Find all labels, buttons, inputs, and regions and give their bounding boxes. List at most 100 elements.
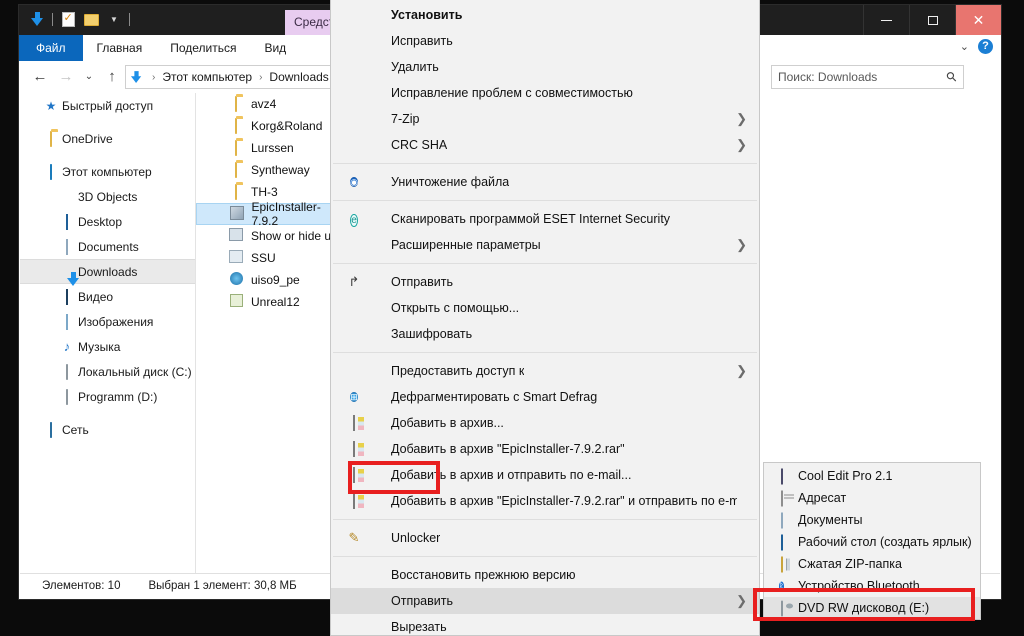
chevron-down-icon: ⌄ xyxy=(84,71,94,82)
file-icon-wrap xyxy=(226,294,246,310)
menu-item[interactable]: Исправление проблем с совместимостью xyxy=(331,80,759,106)
menu-item[interactable]: CRC SHA ❯ xyxy=(331,132,759,158)
menu-item[interactable]: Добавить в архив... xyxy=(331,410,759,436)
status-selection-info: Выбран 1 элемент: 30,8 МБ xyxy=(148,580,297,592)
sidebar-item-сеть[interactable]: Сеть xyxy=(20,417,195,442)
menu-item[interactable]: Установить xyxy=(331,2,759,28)
menu-item-icon-wrap xyxy=(345,414,363,432)
submenu-item-icon-wrap xyxy=(773,490,790,507)
submenu-item[interactable]: Рабочий стол (создать ярлык) xyxy=(764,531,980,553)
download-arrow-icon[interactable] xyxy=(27,9,47,30)
list-item[interactable]: EpicInstaller-7.9.2 xyxy=(196,200,346,228)
sidebar-item-documents[interactable]: Documents xyxy=(20,234,195,259)
submenu-item[interactable]: Адресат xyxy=(764,487,980,509)
sidebar-item-3d-objects[interactable]: 3D Objects xyxy=(20,184,195,209)
sidebar-item-programm-d[interactable]: Programm (D:) xyxy=(20,384,195,409)
chevron-right-icon: ❯ xyxy=(736,363,747,378)
nav-group-gap xyxy=(20,118,195,126)
tab-view[interactable]: Вид xyxy=(250,35,300,61)
customize-chevron-icon[interactable]: ▼ xyxy=(104,9,124,30)
menu-item[interactable]: 7-Zip ❯ xyxy=(331,106,759,132)
sidebar-item-локальный-диск-c[interactable]: Локальный диск (C:) xyxy=(20,359,195,384)
breadcrumb-item-downloads[interactable]: Downloads xyxy=(269,70,328,84)
menu-item-label: CRC SHA xyxy=(391,138,448,152)
folder-icon xyxy=(235,162,237,178)
tab-home[interactable]: Главная xyxy=(83,35,157,61)
drive-icon xyxy=(66,388,68,405)
sidebar-item-музыка[interactable]: ♪ Музыка xyxy=(20,334,195,359)
submenu-item[interactable]: Cool Edit Pro 2.1 xyxy=(764,465,980,487)
documents-icon xyxy=(66,238,68,255)
onedrive-folder-icon xyxy=(50,130,52,147)
folder-icon xyxy=(235,184,237,200)
quick-access-toolbar: ▼ xyxy=(27,9,132,30)
menu-item[interactable]: e Сканировать программой ESET Internet Se… xyxy=(331,206,759,232)
file-icon-wrap xyxy=(226,184,246,200)
search-input[interactable]: Поиск: Downloads ⚲ xyxy=(771,65,964,89)
menu-item-label: Вырезать xyxy=(391,620,447,634)
menu-item[interactable]: Предоставить доступ к ❯ xyxy=(331,358,759,384)
menu-item-label: Открыть с помощью... xyxy=(391,301,520,315)
menu-item[interactable]: Исправить xyxy=(331,28,759,54)
search-icon[interactable]: ⚲ xyxy=(943,68,961,86)
breadcrumb-item-this-pc[interactable]: Этот компьютер xyxy=(162,70,252,84)
menu-item[interactable]: Восстановить прежнюю версию xyxy=(331,562,759,588)
sidebar-item-label: Видео xyxy=(78,289,114,304)
file-icon-wrap xyxy=(226,96,246,112)
nav-group-gap xyxy=(20,151,195,159)
menu-item[interactable]: Зашифровать xyxy=(331,321,759,347)
menu-item[interactable]: Отправить ❯ xyxy=(331,588,759,614)
zip-folder-icon xyxy=(780,556,783,572)
sidebar-item-видео[interactable]: Видео xyxy=(20,284,195,309)
back-button[interactable]: ← xyxy=(27,65,53,89)
menu-item[interactable]: Вырезать xyxy=(331,614,759,636)
help-icon[interactable]: ? xyxy=(978,39,993,54)
menu-item-icon-wrap: ⊞ xyxy=(345,388,363,406)
submenu-item-icon-wrap xyxy=(773,468,790,485)
menu-item[interactable]: ✎ Unlocker xyxy=(331,525,759,551)
sidebar-item-label: Этот компьютер xyxy=(62,164,152,179)
tab-share[interactable]: Поделиться xyxy=(156,35,250,61)
recent-locations-button[interactable]: ⌄ xyxy=(79,65,99,89)
local-disk-icon xyxy=(66,363,68,380)
close-button[interactable]: ✕ xyxy=(955,5,1001,35)
menu-item-label: Сканировать программой ESET Internet Sec… xyxy=(391,212,671,226)
chevron-down-icon[interactable]: ⌄ xyxy=(960,40,969,53)
sidebar-item-onedrive[interactable]: OneDrive xyxy=(20,126,195,151)
new-folder-icon[interactable] xyxy=(81,9,101,30)
menu-item[interactable]: Открыть с помощью... xyxy=(331,295,759,321)
nav-icon-wrap: ♪ xyxy=(56,339,78,354)
sidebar-item-desktop[interactable]: Desktop xyxy=(20,209,195,234)
sidebar-item-label: Быстрый доступ xyxy=(62,98,154,113)
mail-recipient-icon xyxy=(780,490,783,506)
winrar-icon xyxy=(353,493,355,509)
submenu-item[interactable]: Документы xyxy=(764,509,980,531)
maximize-button[interactable] xyxy=(909,5,955,35)
forward-button[interactable]: → xyxy=(53,65,79,89)
up-button[interactable]: ↑ xyxy=(99,65,125,89)
menu-item[interactable]: ↱ Отправить xyxy=(331,269,759,295)
menu-item[interactable]: Добавить в архив "EpicInstaller-7.9.2.ra… xyxy=(331,436,759,462)
file-name-label: SSU xyxy=(251,251,276,265)
minimize-button[interactable] xyxy=(863,5,909,35)
file-icon-wrap xyxy=(226,228,246,244)
submenu-item-label: Cool Edit Pro 2.1 xyxy=(798,469,893,483)
documents-icon xyxy=(780,512,783,528)
sidebar-item-быстрый-доступ[interactable]: ★ Быстрый доступ xyxy=(20,93,195,118)
sidebar-item-этот-компьютер[interactable]: Этот компьютер xyxy=(20,159,195,184)
menu-item[interactable]: ⊞ Дефрагментировать с Smart Defrag xyxy=(331,384,759,410)
eset-icon: e xyxy=(350,213,358,227)
status-item-count: Элементов: 10 xyxy=(42,580,121,592)
downloads-icon xyxy=(130,70,143,85)
tab-file[interactable]: Файл xyxy=(19,35,83,61)
search-placeholder: Поиск: Downloads xyxy=(778,70,878,84)
menu-item[interactable]: ◉ Уничтожение файла xyxy=(331,169,759,195)
desktop-shortcut-icon xyxy=(780,534,783,550)
submenu-item[interactable]: Сжатая ZIP-папка xyxy=(764,553,980,575)
properties-doc-icon[interactable] xyxy=(58,9,78,30)
nav-group-gap xyxy=(20,409,195,417)
sidebar-item-изображения[interactable]: Изображения xyxy=(20,309,195,334)
sidebar-item-downloads[interactable]: Downloads xyxy=(20,259,195,284)
menu-item[interactable]: Удалить xyxy=(331,54,759,80)
menu-item[interactable]: Расширенные параметры ❯ xyxy=(331,232,759,258)
